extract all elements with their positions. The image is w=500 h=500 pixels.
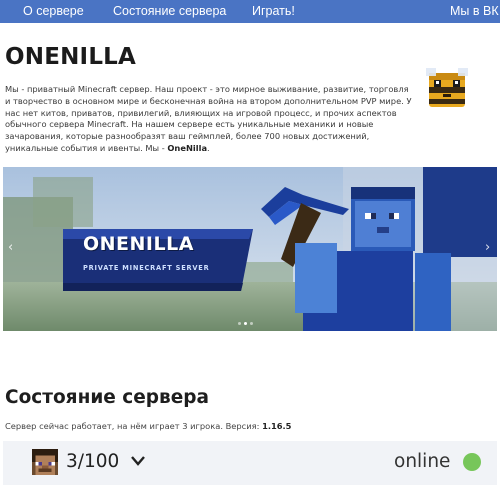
online-indicator bbox=[463, 453, 481, 471]
nav-link-play[interactable]: Играть! bbox=[252, 4, 295, 19]
banner-title: ONENILLA bbox=[83, 233, 194, 255]
player-count: 3/100 bbox=[66, 451, 120, 472]
status-section-title: Состояние сервера bbox=[5, 387, 210, 408]
intro-text: Мы - приватный Minecraft сервер. Наш про… bbox=[5, 84, 415, 155]
chevron-left-icon[interactable]: ‹ bbox=[8, 240, 13, 255]
page-title: ONENILLA bbox=[5, 44, 137, 70]
chevron-right-icon[interactable]: › bbox=[485, 240, 490, 255]
online-status-label: online bbox=[394, 451, 451, 472]
carousel-slide-image bbox=[3, 167, 497, 331]
carousel-dot[interactable] bbox=[238, 322, 241, 325]
intro-brand: OneNilla bbox=[167, 142, 208, 153]
server-status-bar: 3/100 online bbox=[3, 441, 497, 485]
top-navbar: О сервере Состояние сервера Играть! Мы в… bbox=[0, 0, 500, 23]
carousel-dot-active[interactable] bbox=[244, 322, 247, 325]
chevron-down-icon[interactable] bbox=[130, 454, 146, 468]
bee-icon bbox=[426, 68, 468, 107]
player-avatar bbox=[32, 449, 58, 475]
nav-link-status[interactable]: Состояние сервера bbox=[113, 4, 226, 19]
banner-subtitle: PRIVATE MINECRAFT SERVER bbox=[83, 264, 210, 272]
server-version: 1.16.5 bbox=[262, 421, 292, 431]
carousel-dot[interactable] bbox=[250, 322, 253, 325]
status-text-body: Сервер сейчас работает, на нём играет 3 … bbox=[5, 421, 263, 431]
intro-end: . bbox=[207, 142, 210, 153]
nav-link-about[interactable]: О сервере bbox=[23, 4, 84, 19]
status-description: Сервер сейчас работает, на нём играет 3 … bbox=[5, 421, 291, 431]
hero-carousel[interactable]: ONENILLA PRIVATE MINECRAFT SERVER ‹ › bbox=[3, 167, 497, 331]
carousel-indicators bbox=[238, 322, 253, 325]
nav-link-vk[interactable]: Мы в ВК bbox=[450, 4, 499, 19]
